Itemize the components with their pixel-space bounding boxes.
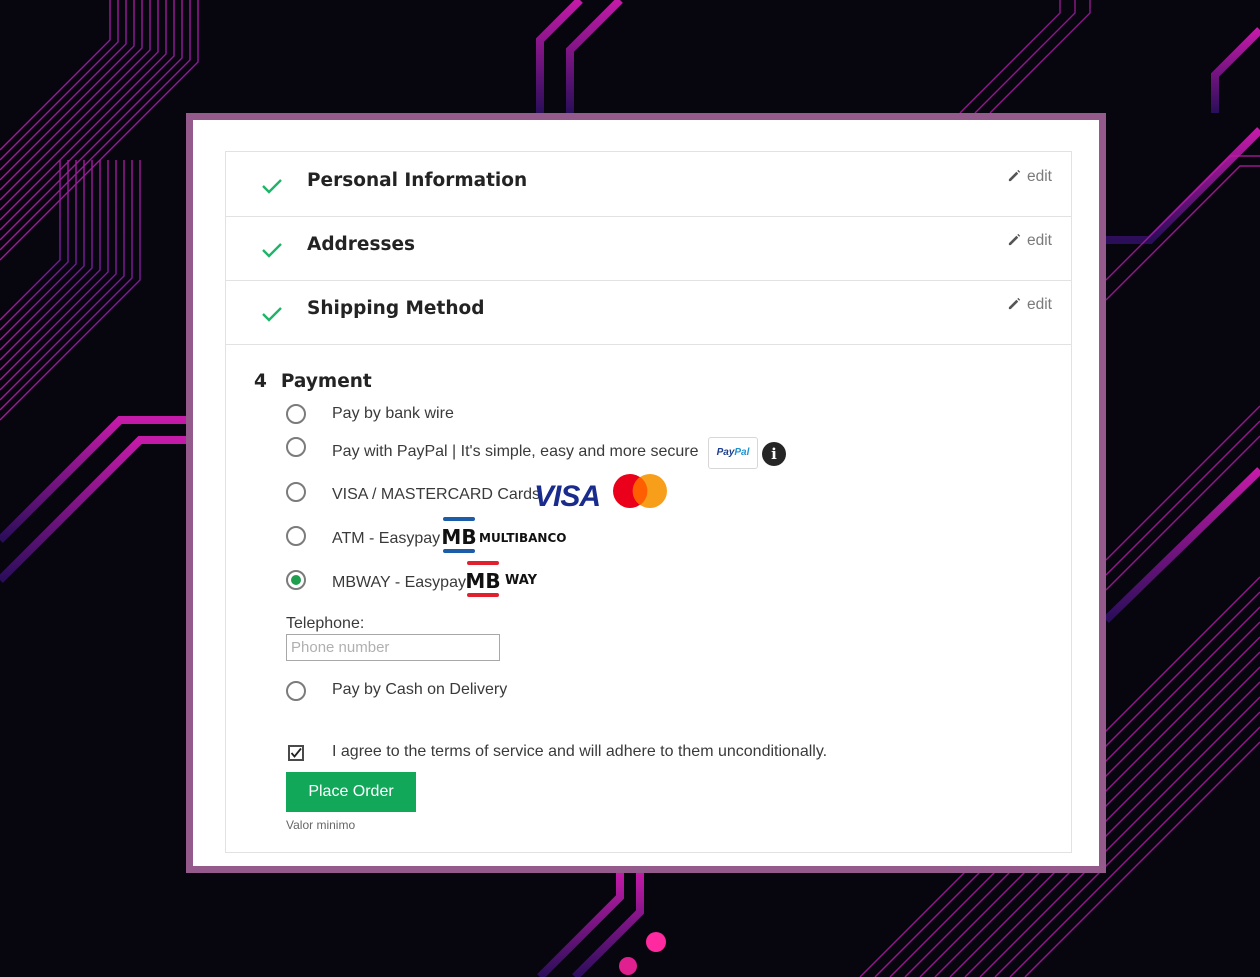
radio-paypal[interactable]	[286, 437, 306, 457]
terms-checkbox[interactable]	[288, 745, 304, 761]
option-label: ATM - Easypay	[332, 530, 441, 547]
option-label: Pay with PayPal | It's simple, easy and …	[332, 443, 699, 460]
mastercard-icon	[613, 474, 667, 508]
step-shipping-method: Shipping Method edit	[226, 280, 1071, 345]
step-number: 4	[254, 371, 267, 392]
check-icon	[262, 307, 282, 322]
visa-logo: VISA	[534, 480, 601, 513]
option-label: VISA / MASTERCARD Cards	[332, 486, 541, 503]
terms-label: I agree to the terms of service and will…	[332, 743, 828, 760]
place-order-button[interactable]: Place Order	[286, 772, 416, 812]
payment-heading: 4 Payment	[254, 371, 372, 392]
step-title: Personal Information	[307, 170, 528, 191]
step-addresses: Addresses edit	[226, 216, 1071, 281]
step-title: Addresses	[307, 234, 416, 255]
edit-label: edit	[1027, 168, 1052, 185]
option-label: MBWAY - Easypay	[332, 574, 466, 591]
pencil-icon	[1008, 297, 1021, 310]
step-title: Payment	[280, 371, 372, 392]
edit-link[interactable]: edit	[1007, 168, 1052, 186]
checkout-panel: Personal Information edit Addresses edit…	[186, 113, 1106, 873]
edit-label: edit	[1027, 232, 1052, 249]
mbway-icon: MB	[465, 561, 501, 597]
multibanco-logo: MULTIBANCO	[479, 531, 567, 545]
radio-cash-on-delivery[interactable]	[286, 681, 306, 701]
edit-label: edit	[1027, 296, 1052, 313]
pencil-icon	[1008, 233, 1021, 246]
telephone-label: Telephone:	[286, 615, 365, 632]
radio-atm[interactable]	[286, 526, 306, 546]
check-icon	[262, 179, 282, 194]
step-title: Shipping Method	[307, 298, 485, 319]
edit-link[interactable]: edit	[1007, 232, 1052, 250]
step-personal-information: Personal Information edit	[226, 152, 1071, 217]
paypal-logo: PayPal	[708, 437, 758, 469]
pencil-icon	[1008, 169, 1021, 182]
multibanco-icon: MB	[441, 517, 477, 553]
radio-mbway[interactable]	[286, 570, 306, 590]
radio-bank-wire[interactable]	[286, 404, 306, 424]
phone-number-input[interactable]	[286, 634, 500, 661]
radio-cards[interactable]	[286, 482, 306, 502]
option-label: Pay by bank wire	[332, 405, 454, 422]
info-icon[interactable]: i	[762, 442, 786, 466]
minimum-value-note: Valor minimo	[286, 818, 356, 832]
check-icon	[262, 243, 282, 258]
svg-text:MB: MB	[465, 569, 500, 593]
svg-text:MB: MB	[441, 525, 476, 549]
option-label: Pay by Cash on Delivery	[332, 681, 508, 698]
checkmark-icon	[290, 747, 302, 758]
edit-link[interactable]: edit	[1007, 296, 1052, 314]
mbway-logo: WAY	[505, 573, 537, 588]
checkout-steps: Personal Information edit Addresses edit…	[225, 151, 1072, 853]
